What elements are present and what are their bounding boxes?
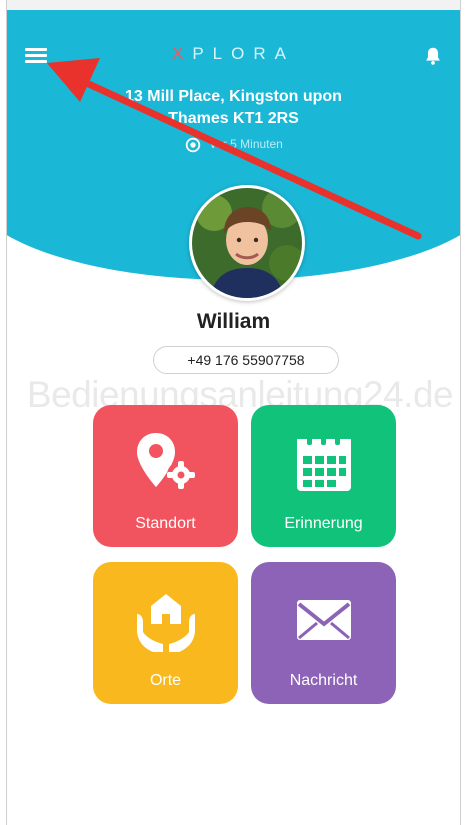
bell-icon[interactable] [422,44,444,68]
watermark: Bedienungsanleitung24.de [26,374,454,415]
location-status: vor 5 Minuten [7,136,460,154]
tile-label: Standort [135,515,196,532]
avatar[interactable] [189,185,305,301]
location-settings-icon [137,433,195,489]
tile-nachricht[interactable]: Nachricht [251,562,396,704]
address-line-2: Thames KT1 2RS [168,110,299,127]
child-name: William [196,310,271,333]
tile-orte[interactable]: Orte [93,562,238,704]
envelope-icon [297,600,351,640]
calendar-icon [297,433,351,491]
tile-erinnerung[interactable]: Erinnerung [251,405,396,547]
phone-number-pill[interactable]: +49 176 55907758 [153,346,339,374]
location-address: 13 Mill Place, Kingston upon Thames KT1 … [7,86,460,130]
status-strip [7,0,460,10]
brand-logo-text: PLORA [192,44,295,63]
brand-logo-x: X [172,44,193,63]
tile-standort[interactable]: Standort [93,405,238,547]
location-age: vor 5 Minuten [210,137,283,152]
address-line-1: 13 Mill Place, Kingston upon [125,88,342,105]
tile-label: Orte [149,672,182,689]
tile-label: Erinnerung [284,515,363,532]
avatar-photo [192,188,302,298]
tile-label: Nachricht [289,672,358,689]
app-screen: XPLORA 13 Mill Place, Kingston upon Tham… [6,0,461,825]
home-hands-icon [137,594,195,652]
locate-icon[interactable] [184,136,202,154]
brand-logo: XPLORA [7,44,460,64]
